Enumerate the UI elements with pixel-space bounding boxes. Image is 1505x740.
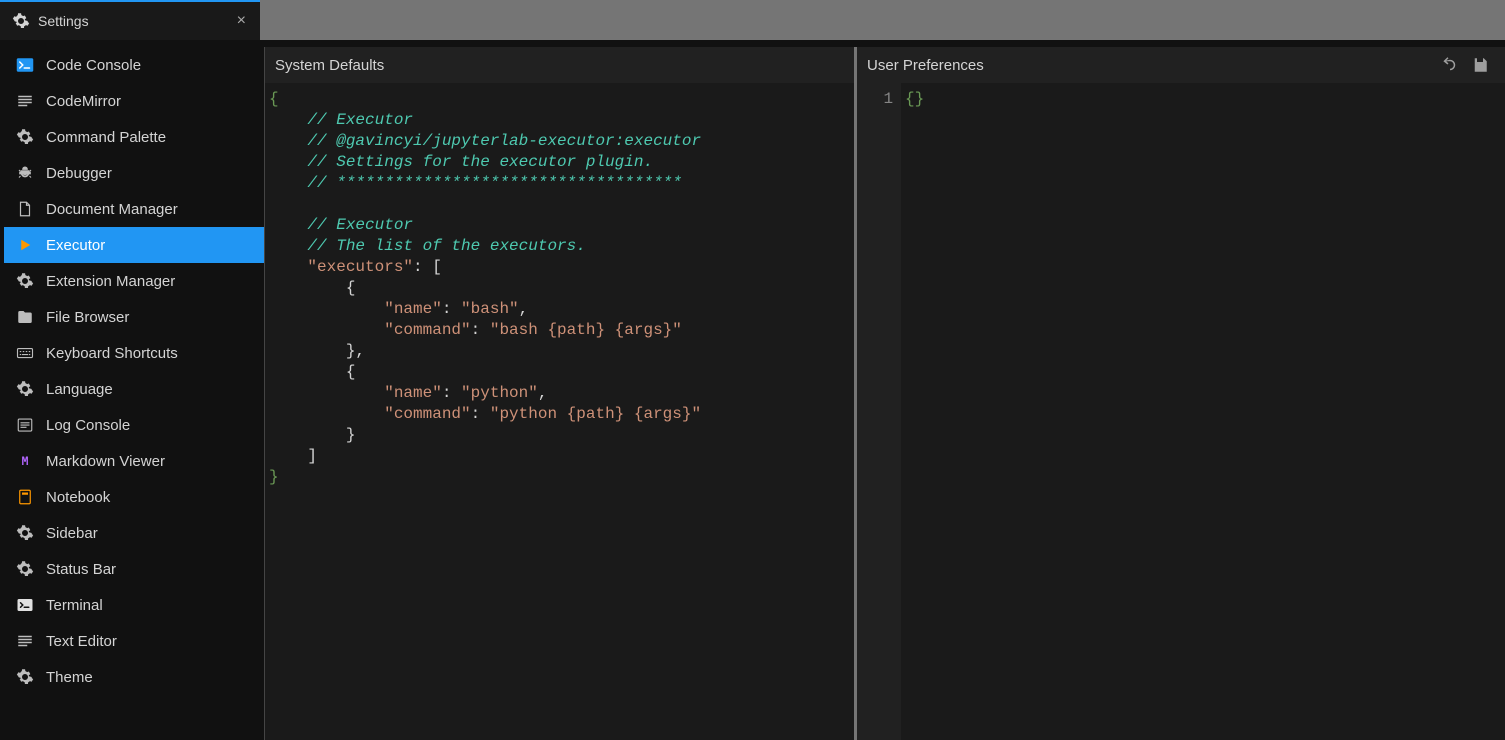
settings-editors: System Defaults { // Executor // @gavinc… bbox=[264, 47, 1505, 740]
save-button[interactable] bbox=[1465, 54, 1495, 76]
system-defaults-editor: { // Executor // @gavincyi/jupyterlab-ex… bbox=[265, 83, 854, 740]
sidebar-item-document-manager[interactable]: Document Manager bbox=[4, 191, 264, 227]
folder-icon bbox=[16, 308, 34, 326]
system-defaults-header: System Defaults bbox=[265, 47, 854, 83]
sidebar-item-label: Extension Manager bbox=[46, 273, 175, 290]
sidebar-item-log-console[interactable]: Log Console bbox=[4, 407, 264, 443]
sidebar-item-label: Debugger bbox=[46, 165, 112, 182]
sidebar-item-keyboard-shortcuts[interactable]: Keyboard Shortcuts bbox=[4, 335, 264, 371]
sidebar-item-label: Sidebar bbox=[46, 525, 98, 542]
sidebar-item-label: Document Manager bbox=[46, 201, 178, 218]
sidebar-item-terminal[interactable]: Terminal bbox=[4, 587, 264, 623]
sidebar-item-label: Command Palette bbox=[46, 129, 166, 146]
sidebar-item-codemirror[interactable]: CodeMirror bbox=[4, 83, 264, 119]
sidebar-item-extension-manager[interactable]: Extension Manager bbox=[4, 263, 264, 299]
user-preferences-header: User Preferences bbox=[857, 47, 1505, 83]
sidebar-item-label: Text Editor bbox=[46, 633, 117, 650]
gear-icon bbox=[16, 272, 34, 290]
gear-icon bbox=[16, 380, 34, 398]
sidebar-item-label: Keyboard Shortcuts bbox=[46, 345, 178, 362]
sidebar-item-command-palette[interactable]: Command Palette bbox=[4, 119, 264, 155]
gear-icon bbox=[16, 560, 34, 578]
sidebar-item-label: Status Bar bbox=[46, 561, 116, 578]
notebook-icon bbox=[16, 488, 34, 506]
sidebar-item-code-console[interactable]: Code Console bbox=[4, 47, 264, 83]
sidebar-item-label: Terminal bbox=[46, 597, 103, 614]
revert-button[interactable] bbox=[1435, 54, 1465, 76]
pane-title: System Defaults bbox=[275, 57, 384, 74]
tab-settings[interactable]: Settings × bbox=[0, 0, 260, 40]
list-icon bbox=[16, 416, 34, 434]
line-gutter: 1 bbox=[857, 83, 901, 740]
terminal-icon bbox=[16, 596, 34, 614]
sidebar-item-label: Markdown Viewer bbox=[46, 453, 165, 470]
sidebar-item-notebook[interactable]: Notebook bbox=[4, 479, 264, 515]
keyboard-icon bbox=[16, 344, 34, 362]
lines-icon bbox=[16, 632, 34, 650]
gear-icon bbox=[12, 12, 30, 30]
sidebar-item-markdown-viewer[interactable]: Markdown Viewer bbox=[4, 443, 264, 479]
bug-icon bbox=[16, 164, 34, 182]
sidebar-item-label: CodeMirror bbox=[46, 93, 121, 110]
sidebar-item-label: Language bbox=[46, 381, 113, 398]
sidebar-item-label: Notebook bbox=[46, 489, 110, 506]
sidebar-item-status-bar[interactable]: Status Bar bbox=[4, 551, 264, 587]
gear-icon bbox=[16, 524, 34, 542]
play-icon bbox=[16, 236, 34, 254]
sidebar-item-file-browser[interactable]: File Browser bbox=[4, 299, 264, 335]
user-preferences-editor[interactable]: {} bbox=[901, 83, 1505, 740]
sidebar-item-label: Log Console bbox=[46, 417, 130, 434]
tab-bar: Settings × bbox=[0, 0, 1505, 40]
user-preferences-pane: User Preferences 1 {} bbox=[857, 47, 1505, 740]
sidebar-item-label: File Browser bbox=[46, 309, 129, 326]
gear-icon bbox=[16, 128, 34, 146]
sidebar-item-label: Theme bbox=[46, 669, 93, 686]
markdown-icon bbox=[16, 452, 34, 470]
sidebar-item-sidebar[interactable]: Sidebar bbox=[4, 515, 264, 551]
console-icon bbox=[16, 56, 34, 74]
settings-workspace: Code Console CodeMirror Command Palette Deb… bbox=[0, 40, 1505, 740]
file-icon bbox=[16, 200, 34, 218]
sidebar-item-executor[interactable]: Executor bbox=[4, 227, 264, 263]
sidebar-item-debugger[interactable]: Debugger bbox=[4, 155, 264, 191]
gear-icon bbox=[16, 668, 34, 686]
lines-icon bbox=[16, 92, 34, 110]
pane-title: User Preferences bbox=[867, 57, 984, 74]
sidebar-item-theme[interactable]: Theme bbox=[4, 659, 264, 695]
system-defaults-pane: System Defaults { // Executor // @gavinc… bbox=[264, 47, 857, 740]
settings-plugin-list: Code Console CodeMirror Command Palette Deb… bbox=[4, 47, 264, 740]
tab-title: Settings bbox=[38, 13, 89, 29]
sidebar-item-language[interactable]: Language bbox=[4, 371, 264, 407]
sidebar-item-label: Executor bbox=[46, 237, 105, 254]
sidebar-item-label: Code Console bbox=[46, 57, 141, 74]
sidebar-item-text-editor[interactable]: Text Editor bbox=[4, 623, 264, 659]
close-icon[interactable]: × bbox=[233, 12, 250, 30]
